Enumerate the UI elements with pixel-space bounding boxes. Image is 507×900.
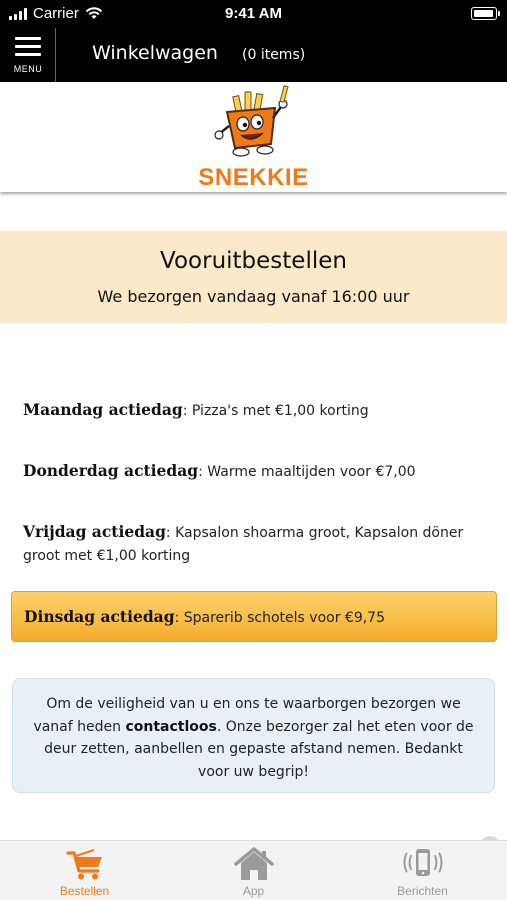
cart-item-count: (0 items) (242, 47, 306, 63)
promo-day: Maandag actiedag (23, 400, 183, 419)
promo-friday: Vrijdag actiedag: Kapsalon shoarma groot… (23, 520, 493, 568)
tab-bestellen[interactable]: Bestellen (0, 841, 169, 900)
menu-label: MENU (13, 64, 43, 74)
promo-day: Vrijdag actiedag (23, 522, 166, 541)
promo-text: : Pizza's met €1,00 korting (182, 403, 369, 419)
snekkie-mascot-logo (214, 85, 289, 157)
brand-wordmark: SNEKKIE (198, 164, 309, 191)
status-bar: Carrier 9:41 AM (0, 0, 507, 28)
tab-bar: Bestellen App Berichten (0, 840, 507, 900)
banner-subtitle: We bezorgen vandaag vanaf 16:00 uur (97, 287, 410, 306)
promo-tuesday: Dinsdag actiedag: Sparerib schotels voor… (24, 605, 484, 630)
page-title: Winkelwagen (92, 42, 218, 64)
tab-app[interactable]: App (169, 841, 338, 900)
preorder-banner: Vooruitbestellen We bezorgen vandaag van… (0, 231, 507, 323)
promo-day: Dinsdag actiedag (24, 607, 175, 626)
tab-label: Bestellen (59, 884, 110, 898)
tab-label: App (242, 884, 265, 898)
promo-monday: Maandag actiedag: Pizza's met €1,00 kort… (23, 398, 493, 423)
promo-text: : Sparerib schotels voor €9,75 (174, 610, 385, 626)
menu-button[interactable]: MENU (0, 28, 56, 82)
hamburger-icon (15, 37, 41, 57)
battery-icon (471, 7, 500, 20)
notice-bold: contactloos (125, 718, 217, 735)
promo-thursday: Donderdag actiedag: Warme maaltijden voo… (23, 459, 493, 484)
banner-title: Vooruitbestellen (160, 248, 347, 274)
tab-label: Berichten (397, 884, 448, 898)
phone-vibrate-icon (403, 849, 443, 876)
logo-header: SNEKKIE (0, 82, 507, 192)
cart-icon (66, 849, 102, 880)
promo-tuesday-highlight: Dinsdag actiedag: Sparerib schotels voor… (11, 591, 497, 642)
tab-berichten[interactable]: Berichten (338, 841, 507, 900)
top-bar: Carrier 9:41 AM MENU Winkelwagen (0 item… (0, 0, 507, 82)
safety-notice: Om de veiligheid van u en ons te waarbor… (12, 678, 495, 793)
promo-day: Donderdag actiedag (23, 461, 199, 480)
promo-text: : Warme maaltijden voor €7,00 (198, 464, 416, 480)
status-time: 9:41 AM (225, 5, 282, 22)
home-icon (234, 847, 274, 880)
